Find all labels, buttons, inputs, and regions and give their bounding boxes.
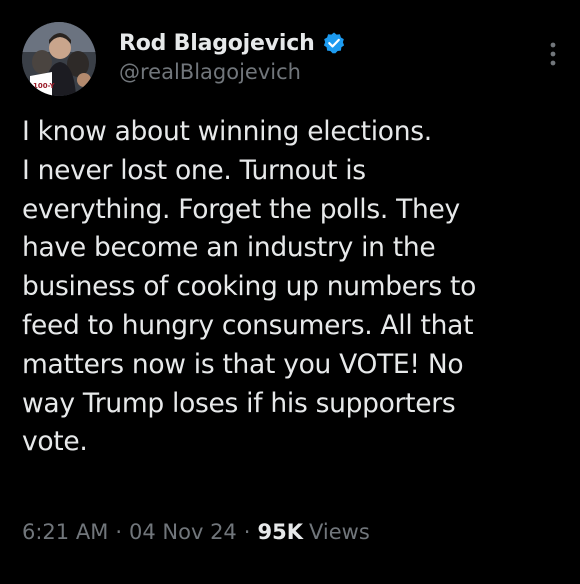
avatar-sign-text: 100-Y [33,82,55,90]
tweet-date[interactable]: 04 Nov 24 [129,520,237,544]
more-vertical-icon [550,42,556,66]
profile-photo-icon: 100-Y [22,22,96,96]
tweet-card: 100-Y Rod Blagojevich @realBlagojevich I… [0,0,580,584]
tweet-time[interactable]: 6:21 AM [22,520,108,544]
views-label: Views [308,520,370,544]
verified-badge-icon [322,31,346,55]
author-display-name[interactable]: Rod Blagojevich [119,31,315,56]
tweet-text: I know about winning elections. I never … [22,116,477,458]
author-name-row: Rod Blagojevich [119,27,346,59]
author-avatar[interactable]: 100-Y [22,22,96,96]
meta-separator: · [243,520,251,544]
author-handle[interactable]: @realBlagojevich [119,60,301,84]
tweet-meta: 6:21 AM · 04 Nov 24 · 95K Views [22,520,370,544]
more-options-button[interactable] [541,36,565,76]
meta-separator: · [115,520,123,544]
views-count[interactable]: 95K [257,520,303,544]
